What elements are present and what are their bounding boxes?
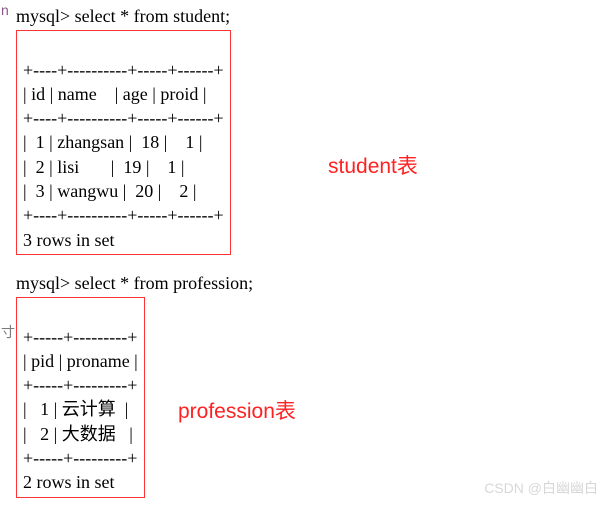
profession-result-box: +-----+---------+ | pid | proname | +---… <box>16 297 145 497</box>
result-separator: +-----+---------+ <box>23 375 137 395</box>
table-row: | 2 | lisi | 19 | 1 | <box>23 157 185 177</box>
table-row: | 2 | 大数据 | <box>23 424 133 444</box>
result-separator: +-----+---------+ <box>23 448 137 468</box>
result-header: | pid | proname | <box>23 351 138 371</box>
result-separator: +----+----------+-----+------+ <box>23 108 224 128</box>
table-row: | 3 | wangwu | 20 | 2 | <box>23 181 197 201</box>
student-table-label: student表 <box>328 150 418 180</box>
student-result-box: +----+----------+-----+------+ | id | na… <box>16 30 231 255</box>
result-separator: +----+----------+-----+------+ <box>23 205 224 225</box>
profession-table-label: profession表 <box>178 395 296 425</box>
margin-marker-mid: 寸 <box>1 322 15 342</box>
result-footer: 3 rows in set <box>23 230 115 250</box>
table-row: | 1 | zhangsan | 18 | 1 | <box>23 132 203 152</box>
watermark: CSDN @白幽幽白 <box>484 478 598 498</box>
result-separator: +-----+---------+ <box>23 327 137 347</box>
result-separator: +----+----------+-----+------+ <box>23 60 224 80</box>
profession-query: mysql> select * from profession; <box>8 271 602 295</box>
result-header: | id | name | age | proid | <box>23 84 206 104</box>
margin-marker-top: n <box>1 2 9 18</box>
table-row: | 1 | 云计算 | <box>23 399 128 419</box>
student-query: mysql> select * from student; <box>8 4 602 28</box>
result-footer: 2 rows in set <box>23 472 115 492</box>
